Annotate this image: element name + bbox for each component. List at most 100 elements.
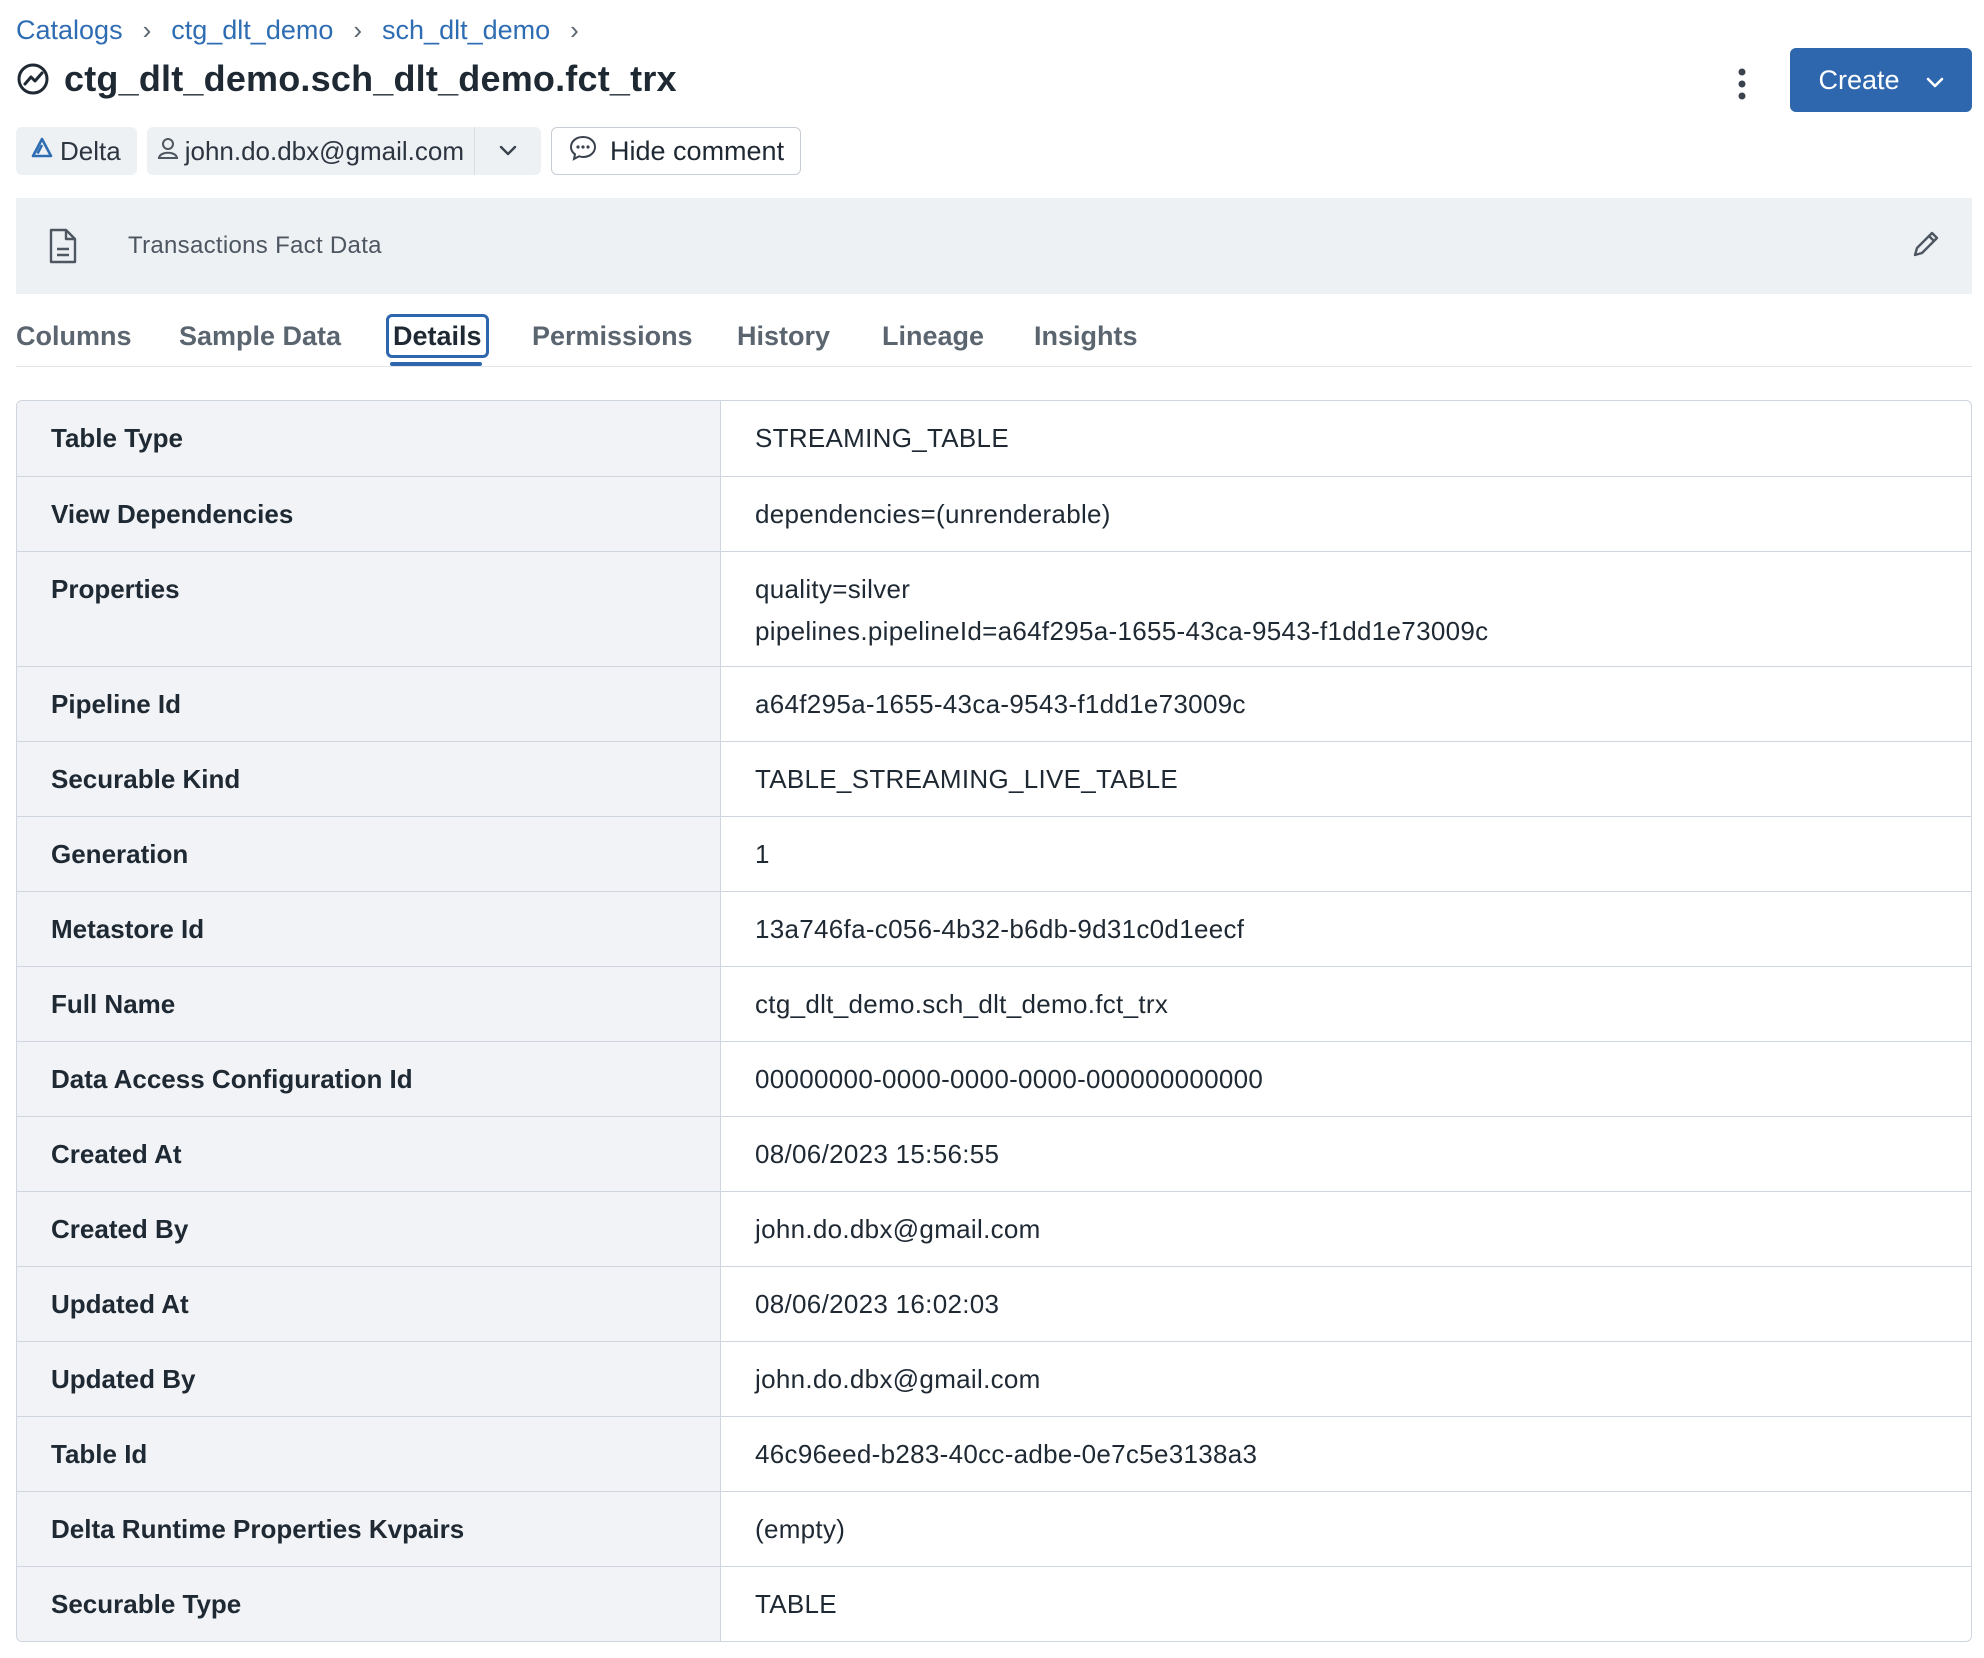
active-tab-indicator bbox=[390, 362, 482, 366]
breadcrumb-schema[interactable]: sch_dlt_demo bbox=[382, 15, 550, 46]
comment-panel: Transactions Fact Data bbox=[16, 198, 1972, 294]
breadcrumb-catalog[interactable]: ctg_dlt_demo bbox=[171, 15, 333, 46]
create-button-label: Create bbox=[1818, 64, 1900, 95]
table-row: View Dependencies dependencies=(unrender… bbox=[17, 476, 1971, 551]
hide-comment-label: Hide comment bbox=[610, 135, 785, 166]
table-row: Data Access Configuration Id 00000000-00… bbox=[17, 1041, 1971, 1116]
chevron-down-icon bbox=[499, 145, 517, 156]
detail-value-cell: 13a746fa-c056-4b32-b6db-9d31c0d1eecf bbox=[721, 892, 1971, 966]
detail-value: a64f295a-1655-43ca-9543-f1dd1e73009c bbox=[755, 689, 1246, 719]
detail-key: Created By bbox=[17, 1192, 721, 1266]
table-row: Full Name ctg_dlt_demo.sch_dlt_demo.fct_… bbox=[17, 966, 1971, 1041]
format-badge: Delta bbox=[16, 127, 137, 175]
detail-key: Data Access Configuration Id bbox=[17, 1042, 721, 1116]
detail-value: quality=silver bbox=[755, 574, 911, 604]
detail-value-cell: 08/06/2023 15:56:55 bbox=[721, 1117, 1971, 1191]
detail-key: Pipeline Id bbox=[17, 667, 721, 741]
detail-key: Created At bbox=[17, 1117, 721, 1191]
detail-value: ctg_dlt_demo.sch_dlt_demo.fct_trx bbox=[755, 989, 1169, 1019]
detail-value: 1 bbox=[755, 839, 770, 869]
detail-value: pipelines.pipelineId=a64f295a-1655-43ca-… bbox=[755, 616, 1489, 646]
detail-value-cell: TABLE bbox=[721, 1567, 1971, 1641]
detail-key: Metastore Id bbox=[17, 892, 721, 966]
detail-value-cell: (empty) bbox=[721, 1492, 1971, 1566]
detail-key: Securable Kind bbox=[17, 742, 721, 816]
tab-insights[interactable]: Insights bbox=[1034, 306, 1138, 366]
detail-value: 13a746fa-c056-4b32-b6db-9d31c0d1eecf bbox=[755, 914, 1245, 944]
detail-value-cell: 08/06/2023 16:02:03 bbox=[721, 1267, 1971, 1341]
detail-value-cell: TABLE_STREAMING_LIVE_TABLE bbox=[721, 742, 1971, 816]
detail-value: 08/06/2023 15:56:55 bbox=[755, 1139, 1000, 1169]
table-row: Properties quality=silver pipelines.pipe… bbox=[17, 551, 1971, 666]
chevron-down-icon bbox=[1926, 65, 1944, 96]
hide-comment-button[interactable]: Hide comment bbox=[551, 127, 802, 175]
detail-value: dependencies=(unrenderable) bbox=[755, 499, 1111, 529]
detail-value: TABLE_STREAMING_LIVE_TABLE bbox=[755, 764, 1178, 794]
detail-key: Table Id bbox=[17, 1417, 721, 1491]
breadcrumb-separator: › bbox=[570, 14, 579, 45]
user-icon bbox=[157, 136, 179, 167]
detail-key: Properties bbox=[17, 552, 721, 666]
table-row: Pipeline Id a64f295a-1655-43ca-9543-f1dd… bbox=[17, 666, 1971, 741]
tab-bar: Columns Sample Data Details Permissions … bbox=[16, 306, 1972, 367]
table-meta-chips: Delta john.do.dbx@gmail.com Hide comment bbox=[16, 126, 802, 176]
owner-email: john.do.dbx@gmail.com bbox=[184, 135, 465, 166]
owner-value: john.do.dbx@gmail.com bbox=[157, 136, 474, 167]
delta-icon bbox=[30, 136, 54, 167]
edit-pencil-icon[interactable] bbox=[1910, 228, 1942, 265]
document-icon bbox=[48, 228, 78, 269]
detail-key: Securable Type bbox=[17, 1567, 721, 1641]
table-row: Securable Type TABLE bbox=[17, 1566, 1971, 1641]
owner-selector[interactable]: john.do.dbx@gmail.com bbox=[146, 127, 542, 175]
detail-value: (empty) bbox=[755, 1514, 846, 1544]
comment-icon bbox=[568, 133, 598, 170]
detail-key: Full Name bbox=[17, 967, 721, 1041]
detail-value-cell: john.do.dbx@gmail.com bbox=[721, 1192, 1971, 1266]
detail-value: STREAMING_TABLE bbox=[755, 423, 1009, 453]
detail-value-cell: 46c96eed-b283-40cc-adbe-0e7c5e3138a3 bbox=[721, 1417, 1971, 1491]
detail-value: TABLE bbox=[755, 1589, 837, 1619]
table-row: Table Id 46c96eed-b283-40cc-adbe-0e7c5e3… bbox=[17, 1416, 1971, 1491]
detail-key: Generation bbox=[17, 817, 721, 891]
detail-value: 46c96eed-b283-40cc-adbe-0e7c5e3138a3 bbox=[755, 1439, 1258, 1469]
detail-key: View Dependencies bbox=[17, 477, 721, 551]
detail-value-cell: 1 bbox=[721, 817, 1971, 891]
detail-value: 08/06/2023 16:02:03 bbox=[755, 1289, 1000, 1319]
table-row: Securable Kind TABLE_STREAMING_LIVE_TABL… bbox=[17, 741, 1971, 816]
tab-columns[interactable]: Columns bbox=[16, 306, 132, 366]
table-row: Created By john.do.dbx@gmail.com bbox=[17, 1191, 1971, 1266]
breadcrumb-catalogs[interactable]: Catalogs bbox=[16, 15, 123, 46]
detail-value-cell: a64f295a-1655-43ca-9543-f1dd1e73009c bbox=[721, 667, 1971, 741]
detail-value-cell: ctg_dlt_demo.sch_dlt_demo.fct_trx bbox=[721, 967, 1971, 1041]
detail-key: Updated At bbox=[17, 1267, 721, 1341]
owner-dropdown-button[interactable] bbox=[474, 127, 541, 175]
detail-value-cell: 00000000-0000-0000-0000-000000000000 bbox=[721, 1042, 1971, 1116]
tab-lineage[interactable]: Lineage bbox=[882, 306, 984, 366]
detail-key: Delta Runtime Properties Kvpairs bbox=[17, 1492, 721, 1566]
page-title: ctg_dlt_demo.sch_dlt_demo.fct_trx bbox=[64, 58, 677, 99]
create-button[interactable]: Create bbox=[1790, 48, 1972, 112]
detail-value-cell: STREAMING_TABLE bbox=[721, 401, 1971, 476]
detail-value: john.do.dbx@gmail.com bbox=[755, 1364, 1041, 1394]
breadcrumb: Catalogs › ctg_dlt_demo › sch_dlt_demo › bbox=[16, 10, 599, 50]
table-comment: Transactions Fact Data bbox=[128, 232, 382, 259]
streaming-table-icon bbox=[16, 62, 50, 96]
table-row: Updated By john.do.dbx@gmail.com bbox=[17, 1341, 1971, 1416]
table-row: Table Type STREAMING_TABLE bbox=[17, 401, 1971, 476]
detail-value-cell: dependencies=(unrenderable) bbox=[721, 477, 1971, 551]
table-row: Delta Runtime Properties Kvpairs (empty) bbox=[17, 1491, 1971, 1566]
breadcrumb-separator: › bbox=[142, 14, 152, 45]
tab-history[interactable]: History bbox=[737, 306, 830, 366]
tab-details[interactable]: Details bbox=[386, 306, 489, 366]
detail-value-cell: quality=silver pipelines.pipelineId=a64f… bbox=[721, 552, 1971, 666]
tab-permissions[interactable]: Permissions bbox=[532, 306, 693, 366]
detail-value-cell: john.do.dbx@gmail.com bbox=[721, 1342, 1971, 1416]
detail-value: 00000000-0000-0000-0000-000000000000 bbox=[755, 1064, 1264, 1094]
details-table: Table Type STREAMING_TABLE View Dependen… bbox=[16, 400, 1972, 1642]
page-title-row: ctg_dlt_demo.sch_dlt_demo.fct_trx bbox=[16, 52, 677, 106]
detail-key: Table Type bbox=[17, 401, 721, 476]
tab-sample-data[interactable]: Sample Data bbox=[179, 306, 341, 366]
more-options-icon[interactable] bbox=[1724, 62, 1760, 106]
table-row: Updated At 08/06/2023 16:02:03 bbox=[17, 1266, 1971, 1341]
table-row: Generation 1 bbox=[17, 816, 1971, 891]
